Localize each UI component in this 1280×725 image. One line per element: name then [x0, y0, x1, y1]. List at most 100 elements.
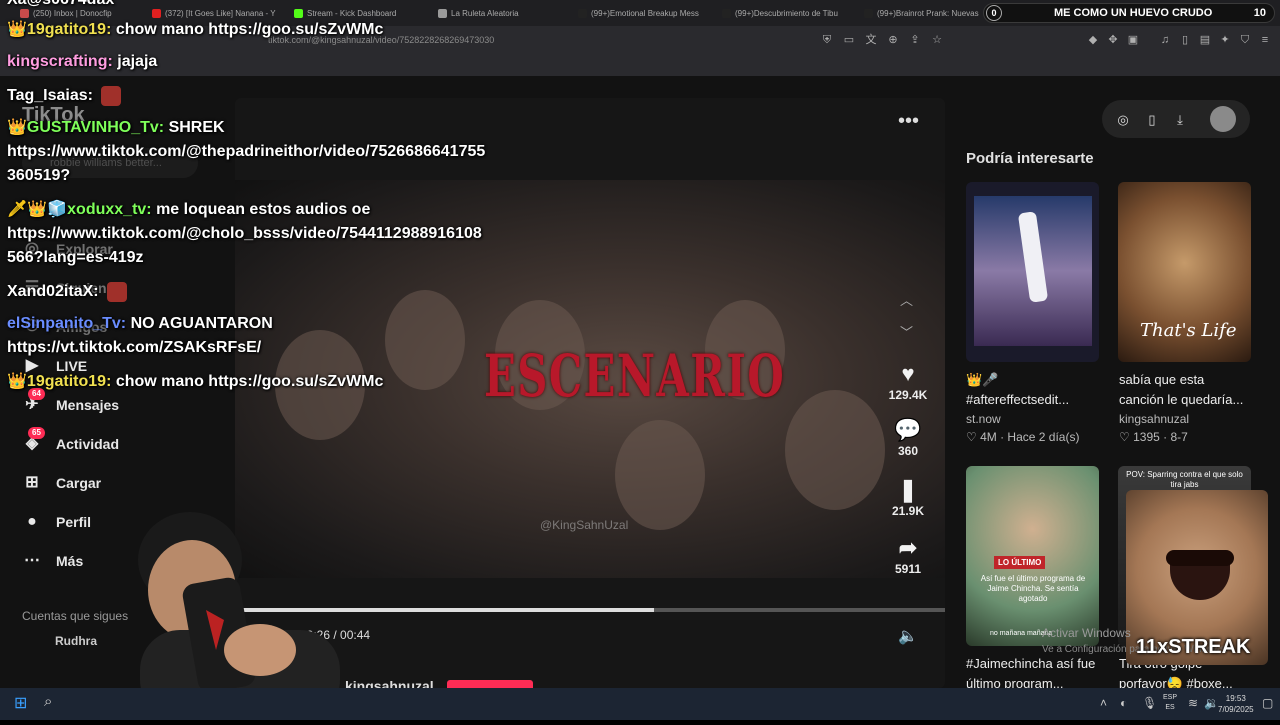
stream-title-count: 10: [1253, 7, 1266, 19]
notification-icon[interactable]: ▢: [1262, 696, 1273, 710]
lang-secondary: ES: [1165, 704, 1175, 711]
sidebar-item-mensajes[interactable]: ✈ 64 Mensajes: [22, 388, 119, 417]
lang-primary: ESP: [1163, 694, 1178, 701]
download-icon[interactable]: ⤓: [1173, 112, 1187, 128]
tray-app-icon[interactable]: ◐: [1120, 696, 1127, 710]
share-button[interactable]: ➦ 5911: [882, 534, 934, 576]
chat-message: 566?lang=es-419z: [7, 248, 144, 268]
recommendation-stats: ♡ 4M · Hace 2 día(s): [966, 430, 1080, 444]
windows-start-icon[interactable]: ⊞: [14, 693, 27, 713]
zoom-icon[interactable]: ⊕: [886, 33, 900, 47]
chat-message: elSinpanito_Tv: NO AGUANTARON: [7, 314, 273, 334]
video-watermark: @KingSahnUzal: [540, 518, 629, 532]
recommendation-author[interactable]: st.now: [966, 412, 1001, 426]
shield-icon[interactable]: ⛨: [820, 33, 834, 47]
like-count: 129.4K: [888, 388, 928, 402]
recommendation-title[interactable]: 👑🎤 #aftereffectsedit...: [966, 370, 1099, 410]
thumb-badge: LO ÚLTIMO: [994, 556, 1046, 569]
chat-message: https://www.tiktok.com/@cholo_bsss/video…: [7, 224, 482, 244]
tab-favicon-icon: [438, 8, 447, 18]
comment-count: 360: [897, 444, 919, 458]
chat-emote-icon: [107, 282, 128, 302]
clock-time: 19:53: [1225, 694, 1246, 703]
chat-username: Xa@s0674dax: [7, 0, 114, 8]
recommendation-thumb[interactable]: [966, 182, 1099, 362]
sidebar-item-más[interactable]: ⋯ Más: [22, 549, 83, 573]
taskbar-clock[interactable]: 19:53 7/09/2025: [1218, 693, 1254, 715]
chat-message: 360519?: [7, 166, 70, 186]
sidebar-item-label: Más: [56, 553, 84, 569]
cast-icon[interactable]: ▭: [842, 33, 856, 47]
stream-title-left-num: 0: [986, 5, 1002, 21]
thumb-caption: Así fue el último programa de Jaime Chin…: [980, 574, 1086, 603]
chat-message: Tag_Isaias:: [7, 86, 122, 106]
comment-button[interactable]: 💬 360: [882, 416, 934, 458]
like-button[interactable]: ♥ 129.4K: [882, 360, 934, 402]
recommendation-thumb[interactable]: That's Life: [1118, 182, 1251, 362]
avatar[interactable]: [1210, 106, 1236, 132]
tray-chevron-icon[interactable]: ˄: [1100, 696, 1107, 710]
music-icon[interactable]: ♫: [1158, 33, 1172, 47]
browser-tab[interactable]: (99+)Emotional Breakup Mess: [578, 4, 710, 22]
tab-label: (99+)Brainrot Prank: Nuevas: [877, 8, 979, 18]
recommendation-title[interactable]: sabía que esta canción le quedaría...: [1119, 370, 1252, 410]
more-icon: ⋯: [24, 552, 40, 569]
speaker-icon[interactable]: 🔉: [1204, 696, 1219, 710]
chat-text: SHREK: [168, 119, 225, 136]
tab-label: Stream - Kick Dashboard: [307, 8, 397, 18]
tab-favicon-icon: [152, 8, 161, 18]
browser-tab[interactable]: (99+)Descubrimiento de Tibu: [722, 4, 854, 22]
recommendation-author[interactable]: kingsahnuzal: [1119, 412, 1189, 426]
following-account[interactable]: Rudhra: [55, 634, 97, 648]
more-options-icon[interactable]: •••: [898, 110, 919, 133]
sidebar-item-cargar[interactable]: ⊞ Cargar: [22, 471, 101, 495]
chat-text: https://vt.tiktok.com/ZSAKsRFsE/: [7, 339, 262, 356]
tray-mic-icon[interactable]: 🎙: [1142, 696, 1157, 710]
sidebar-item-actividad[interactable]: ◈ 65 Actividad: [22, 427, 119, 456]
chat-username: GUSTAVINHO_Tv:: [26, 119, 165, 136]
volume-icon[interactable]: 🔈: [898, 626, 918, 646]
recommendation-stats: ♡ 1395 · 8-7: [1119, 430, 1188, 444]
tab-label: (99+)Emotional Breakup Mess: [591, 8, 699, 18]
browser-tab[interactable]: La Ruleta Aleatoria: [438, 4, 570, 22]
save-button[interactable]: ❚ 21.9K: [882, 476, 934, 518]
language-indicator[interactable]: ESP ES: [1163, 693, 1177, 713]
thumb-caption: POV: Sparring contra el que solo tira ja…: [1126, 470, 1243, 489]
chevron-up-icon[interactable]: ︿: [900, 290, 913, 309]
chat-username: kingscrafting:: [7, 53, 113, 70]
translate-icon[interactable]: 文: [864, 33, 878, 47]
following-header: Cuentas que sigues: [22, 609, 129, 623]
taskbar-search-icon[interactable]: ⌕: [44, 693, 52, 710]
share-icon[interactable]: ⇪: [908, 33, 922, 47]
heart-icon: ♥: [901, 361, 915, 386]
chat-message: 👑19gatito19: chow mano https://goo.su/sZ…: [7, 20, 383, 40]
puzzle-icon[interactable]: ✥: [1106, 33, 1120, 47]
thumb-caption: That's Life: [1140, 320, 1237, 341]
vpn-icon[interactable]: ⛉: [1238, 33, 1252, 47]
activity-icon: ◈ 65: [22, 427, 45, 454]
sidebar-item-label: Perfil: [56, 514, 92, 530]
browser-tab[interactable]: (99+)Brainrot Prank: Nuevas: [864, 4, 996, 22]
chat-username: 19gatito19:: [26, 21, 112, 38]
sidebar-item-perfil[interactable]: ● Perfil: [22, 510, 91, 534]
streak-label: 11xSTREAK: [1136, 636, 1251, 658]
wifi-icon[interactable]: ≋: [1188, 696, 1198, 710]
menu-icon[interactable]: ≡: [1258, 33, 1272, 47]
streamer-webcam: [120, 500, 380, 720]
phone-icon[interactable]: ▯: [1145, 112, 1159, 128]
ai-icon[interactable]: ✦: [1218, 33, 1232, 47]
bookmark-icon[interactable]: ☆: [930, 33, 944, 47]
chat-message: https://www.tiktok.com/@thepadrineithor/…: [7, 142, 485, 162]
chevron-down-icon[interactable]: ﹀: [900, 322, 913, 341]
music-disc-icon[interactable]: ◎: [1116, 112, 1130, 128]
chat-badge-icon: 🗡👑🧊: [7, 201, 68, 218]
tab-favicon-icon: [294, 8, 303, 18]
wallet-icon[interactable]: ▤: [1198, 33, 1212, 47]
recommendation-thumb[interactable]: LO ÚLTIMO Así fue el último programa de …: [966, 466, 1099, 646]
chat-message: https://vt.tiktok.com/ZSAKsRFsE/: [7, 338, 261, 358]
window-icon[interactable]: ▣: [1126, 33, 1140, 47]
video-overlay-text: ESCENARIO: [484, 342, 786, 410]
chat-username: xoduxx_tv:: [67, 201, 152, 218]
extension-icon[interactable]: ◆: [1086, 33, 1100, 47]
sidebar-icon[interactable]: ▯: [1178, 33, 1192, 47]
